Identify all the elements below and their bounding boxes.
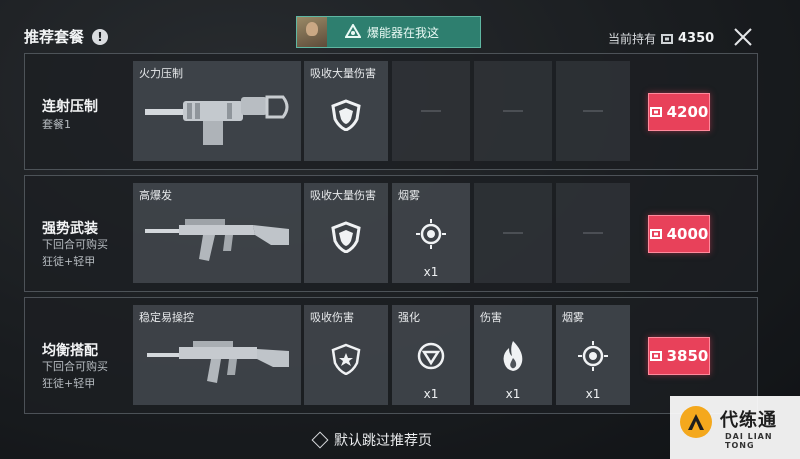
item-label: 烟雾 bbox=[562, 311, 584, 324]
package-subtitle-line: 狂徒+轻甲 bbox=[42, 255, 96, 268]
banner-text: 爆能器在我这 bbox=[367, 25, 440, 40]
watermark-title: 代练通 bbox=[720, 410, 777, 431]
item-slot-1[interactable]: 吸收大量伤害 bbox=[304, 61, 388, 161]
package-name: 强势武装 bbox=[42, 221, 98, 237]
heavy-armor-icon bbox=[331, 99, 361, 131]
package-name: 均衡搭配 bbox=[42, 343, 98, 359]
package-card-1[interactable]: 连射压制 套餐1 火力压制 吸收大量伤害 4200 bbox=[24, 53, 758, 170]
checkbox-icon[interactable] bbox=[311, 431, 329, 449]
item-count: x1 bbox=[505, 387, 521, 401]
skip-label: 默认跳过推荐页 bbox=[334, 433, 432, 449]
empty-dash bbox=[583, 232, 603, 234]
empty-slot bbox=[556, 61, 630, 161]
weapon-slot[interactable]: 稳定易操控 bbox=[133, 305, 301, 405]
empty-dash bbox=[583, 110, 603, 112]
buy-button[interactable]: 3850 bbox=[648, 337, 710, 375]
watermark-logo: 代练通 DAI LIAN TONG bbox=[670, 396, 800, 459]
currency-icon bbox=[649, 107, 662, 117]
weapon-label: 火力压制 bbox=[139, 67, 183, 80]
buy-button[interactable]: 4000 bbox=[648, 215, 710, 253]
item-label: 吸收大量伤害 bbox=[310, 67, 376, 80]
top-bar: 推荐套餐 ! 爆能器在我这 当前持有 4350 bbox=[0, 0, 800, 52]
package-subtitle-line: 套餐1 bbox=[42, 118, 71, 131]
package-subtitle-line: 下回合可购买 bbox=[42, 238, 108, 251]
price-value: 4000 bbox=[666, 225, 709, 243]
wallet-amount: 4350 bbox=[678, 31, 715, 46]
item-slot-1[interactable]: 吸收伤害 bbox=[304, 305, 388, 405]
weapon-label: 高爆发 bbox=[139, 189, 172, 202]
package-subtitle-line: 狂徒+轻甲 bbox=[42, 377, 96, 390]
empty-dash bbox=[421, 110, 441, 112]
bomb-carrier-banner: 爆能器在我这 bbox=[296, 16, 481, 48]
rifle-icon bbox=[147, 341, 289, 383]
empty-slot bbox=[392, 61, 470, 161]
currency-icon bbox=[661, 33, 674, 44]
package-subtitle: 下回合可购买 狂徒+轻甲 bbox=[42, 358, 108, 392]
item-label: 伤害 bbox=[480, 311, 502, 324]
price-value: 3850 bbox=[666, 347, 709, 365]
currency-icon bbox=[649, 351, 662, 361]
item-slot-4[interactable]: 烟雾 x1 bbox=[556, 305, 630, 405]
item-label: 强化 bbox=[398, 311, 420, 324]
wallet: 当前持有 4350 bbox=[608, 30, 714, 47]
package-subtitle: 套餐1 bbox=[42, 116, 71, 133]
page-title: 推荐套餐 bbox=[24, 28, 85, 46]
empty-slot bbox=[474, 61, 552, 161]
light-armor-icon bbox=[331, 343, 361, 375]
price-value: 4200 bbox=[666, 103, 709, 121]
flame-icon bbox=[503, 341, 523, 371]
assault-rifle-icon bbox=[145, 219, 289, 261]
package-card-3[interactable]: 均衡搭配 下回合可购买 狂徒+轻甲 稳定易操控 吸收伤害 强化 x1 伤害 x1… bbox=[24, 297, 758, 414]
item-label: 吸收大量伤害 bbox=[310, 189, 376, 202]
item-count: x1 bbox=[423, 387, 439, 401]
watermark-emblem bbox=[680, 406, 712, 438]
item-slot-1[interactable]: 吸收大量伤害 bbox=[304, 183, 388, 283]
buy-button[interactable]: 4200 bbox=[648, 93, 710, 131]
weapon-label: 稳定易操控 bbox=[139, 311, 194, 324]
weapon-slot[interactable]: 高爆发 bbox=[133, 183, 301, 283]
empty-dash bbox=[503, 232, 523, 234]
machine-gun-icon bbox=[145, 95, 289, 145]
item-label: 烟雾 bbox=[398, 189, 420, 202]
empty-slot bbox=[474, 183, 552, 283]
info-icon[interactable]: ! bbox=[92, 28, 109, 45]
smoke-icon bbox=[578, 341, 608, 371]
avatar bbox=[297, 17, 327, 47]
item-slot-2[interactable]: 强化 x1 bbox=[392, 305, 470, 405]
heavy-armor-icon bbox=[331, 221, 361, 253]
enhance-icon bbox=[417, 342, 445, 370]
title-group: 推荐套餐 ! bbox=[24, 26, 109, 47]
package-subtitle: 下回合可购买 狂徒+轻甲 bbox=[42, 236, 108, 270]
item-count: x1 bbox=[585, 387, 601, 401]
empty-dash bbox=[503, 110, 523, 112]
empty-slot bbox=[556, 183, 630, 283]
bomb-icon bbox=[345, 24, 361, 38]
item-label: 吸收伤害 bbox=[310, 311, 354, 324]
item-slot-2[interactable]: 烟雾 x1 bbox=[392, 183, 470, 283]
package-card-2[interactable]: 强势武装 下回合可购买 狂徒+轻甲 高爆发 吸收大量伤害 烟雾 x1 4000 bbox=[24, 175, 758, 292]
skip-recommend-toggle[interactable]: 默认跳过推荐页 bbox=[311, 430, 432, 450]
close-icon[interactable] bbox=[732, 26, 754, 48]
package-subtitle-line: 下回合可购买 bbox=[42, 360, 108, 373]
smoke-icon bbox=[416, 219, 446, 249]
weapon-slot[interactable]: 火力压制 bbox=[133, 61, 301, 161]
item-slot-3[interactable]: 伤害 x1 bbox=[474, 305, 552, 405]
wallet-label: 当前持有 bbox=[608, 32, 657, 46]
currency-icon bbox=[649, 229, 662, 239]
watermark-subtitle: DAI LIAN TONG bbox=[725, 432, 773, 450]
item-count: x1 bbox=[423, 265, 439, 279]
package-name: 连射压制 bbox=[42, 99, 98, 115]
